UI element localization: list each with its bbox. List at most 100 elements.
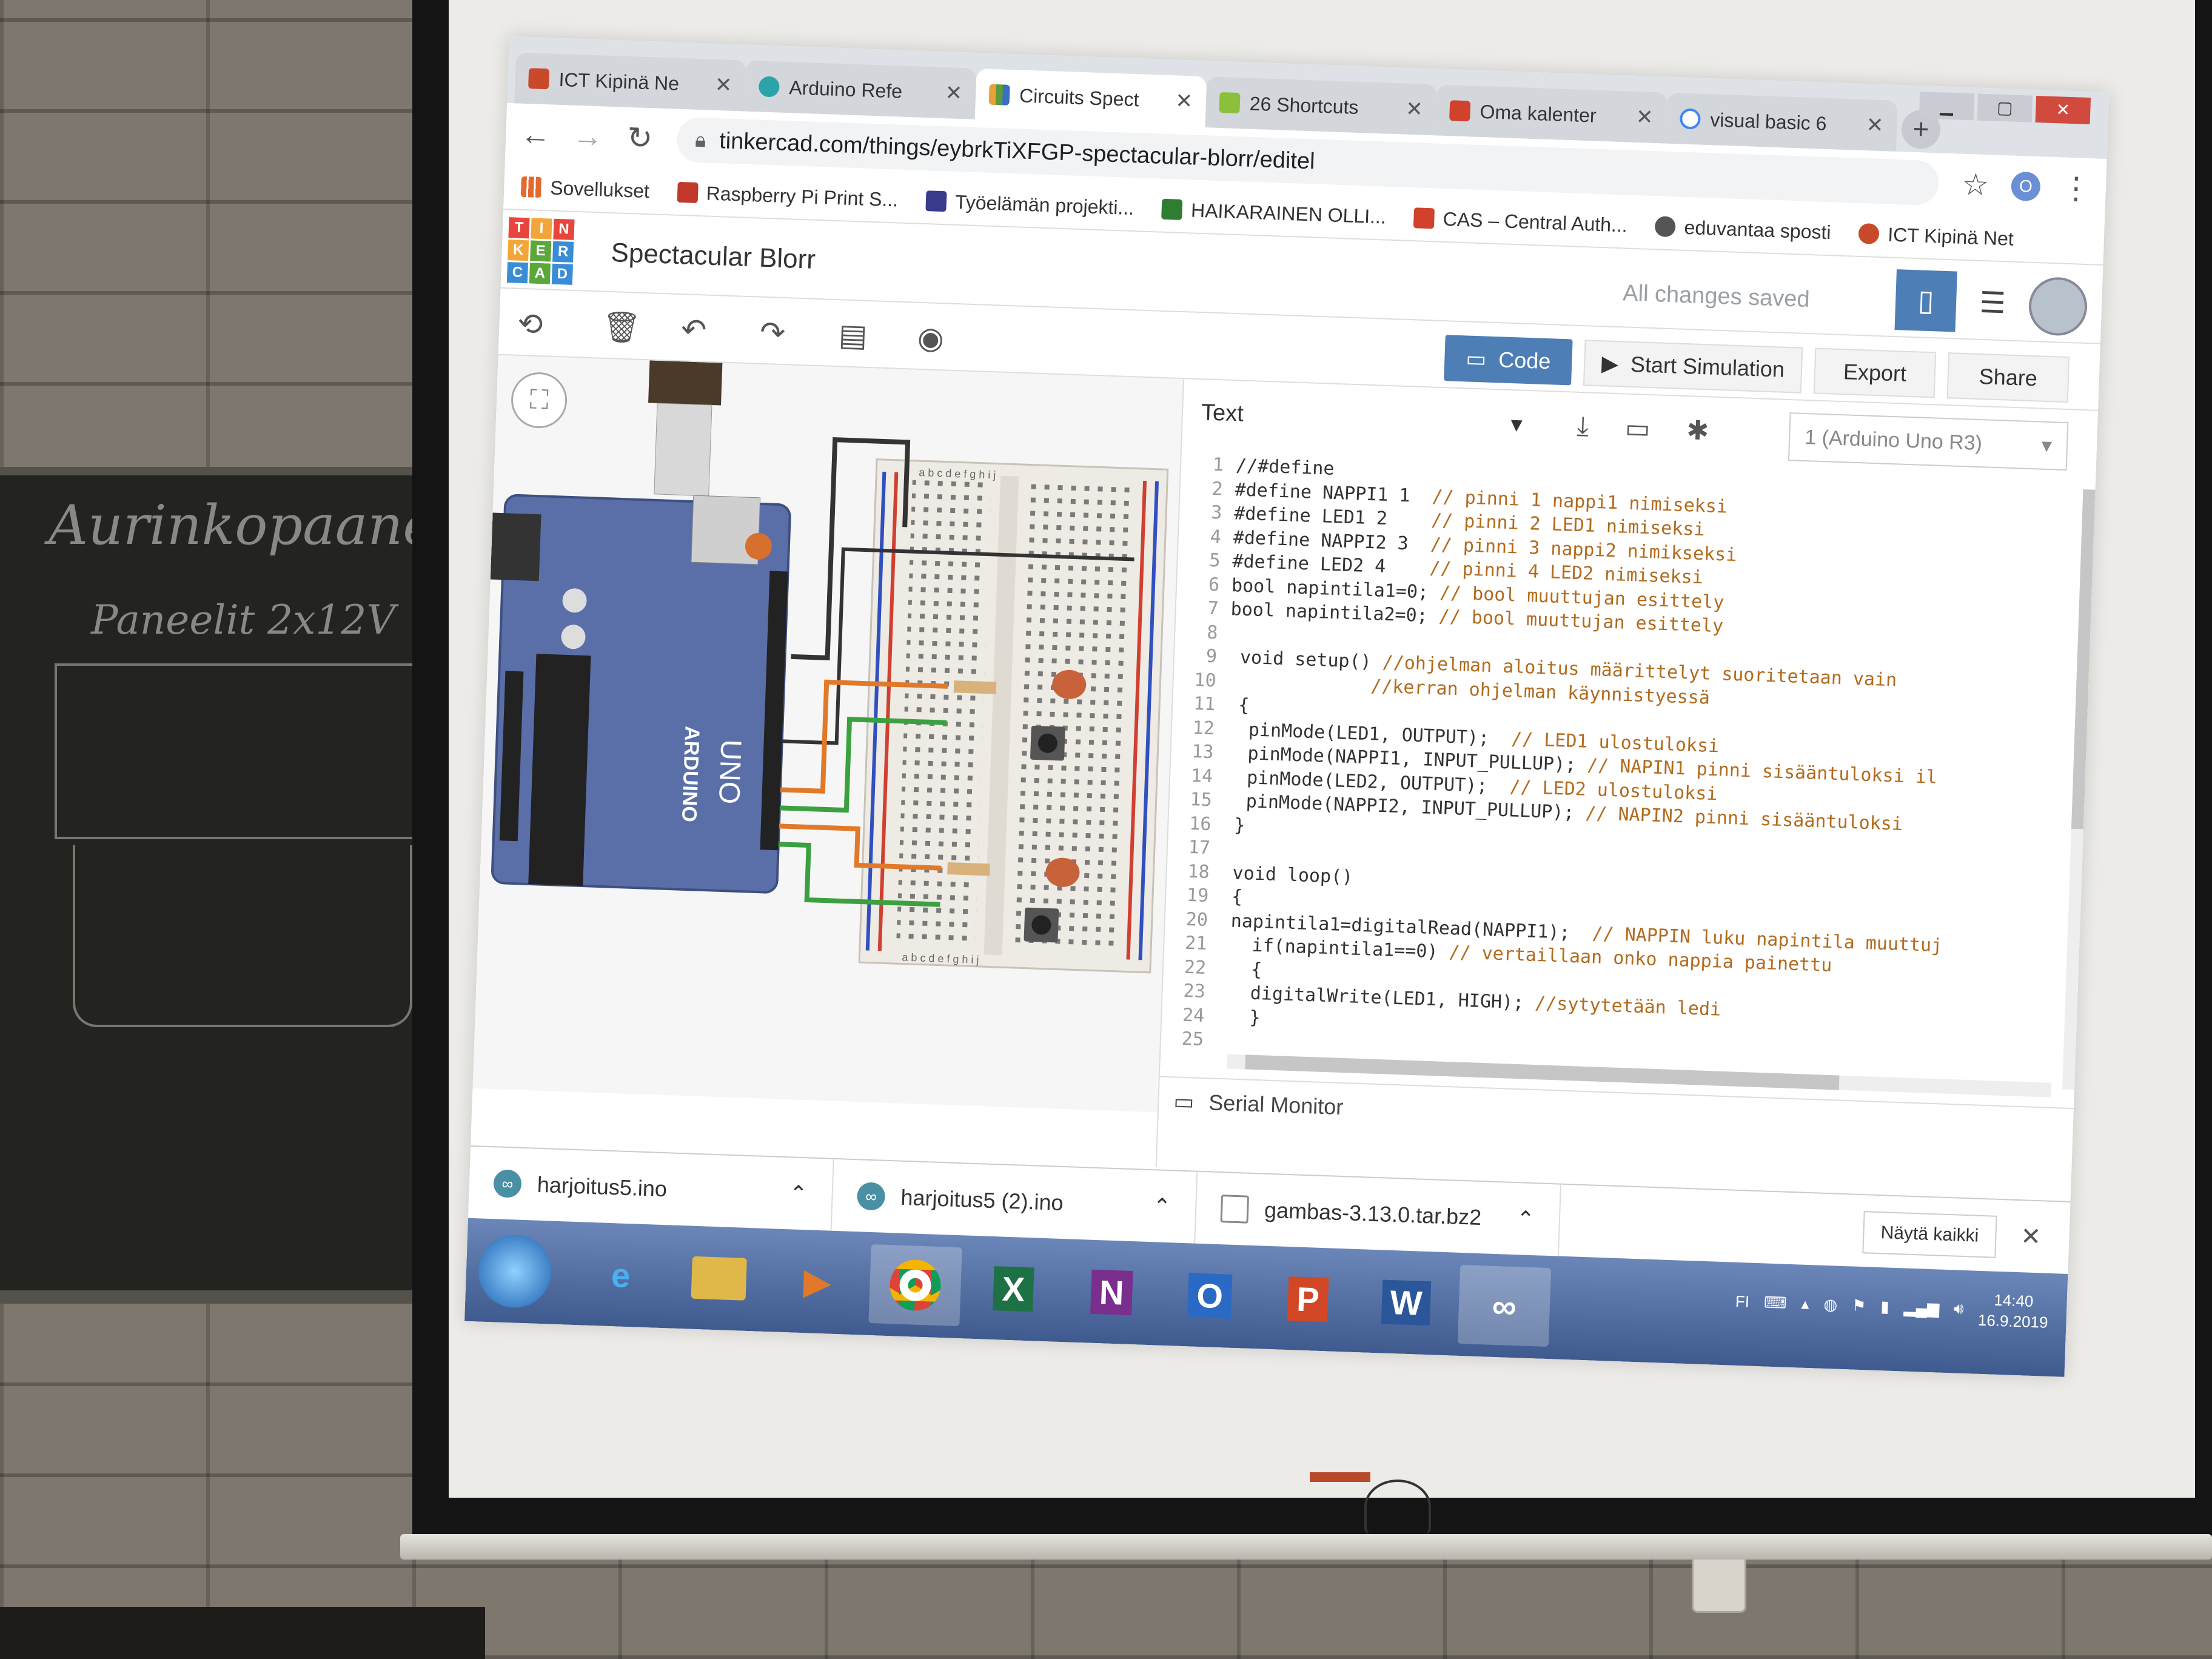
atmega-chip [528,654,591,886]
close-icon[interactable]: ✕ [714,73,732,98]
taskbar-clock[interactable]: 14:40 16.9.2019 [1977,1289,2049,1333]
line-number: 22 [1184,956,1207,979]
component-list-button[interactable]: ☰ [1961,272,2023,334]
file-explorer-icon[interactable] [672,1238,766,1319]
download-item[interactable]: ∞ harjoitus5 (2).ino ⌃ [831,1159,1198,1244]
rotate-icon[interactable]: ⟲ [517,306,543,342]
bookmark-raspberry[interactable]: Raspberry Pi Print S... [677,181,899,211]
bookmark-tyoelama[interactable]: Työelämän projekti... [925,190,1134,220]
app-glyph: O [1187,1272,1233,1319]
close-icon[interactable]: ✕ [2020,1222,2042,1251]
excel-icon[interactable]: X [967,1248,1060,1330]
tab-label: Circuits Spect [1019,84,1140,110]
show-hidden-icons-icon[interactable]: ▴ [1801,1294,1809,1313]
powerpoint-icon[interactable]: P [1261,1258,1355,1340]
close-icon[interactable]: ✕ [1175,89,1193,113]
close-icon[interactable]: ✕ [945,81,963,106]
logo-letter: D [551,263,573,285]
reload-icon[interactable]: ↻ [624,120,655,156]
language-indicator[interactable]: FI [1735,1292,1749,1311]
outlook-icon[interactable]: O [1163,1255,1256,1336]
action-center-flag-icon[interactable]: ⚑ [1852,1296,1866,1315]
tab-circuits-tinkercad[interactable]: Circuits Spect ✕ [974,68,1207,128]
code-editor[interactable]: 1//#define 2 #define NAPPI1 1 // pinni 1 … [1161,452,2079,1089]
chrome-icon[interactable] [868,1244,962,1327]
volume-icon[interactable]: 🔊︎ [1954,1299,1964,1319]
start-simulation-button[interactable]: ▶ Start Simulation [1583,340,1803,394]
undo-icon[interactable]: ↶ [680,312,707,347]
download-item[interactable]: gambas-3.13.0.tar.bz2 ⌃ [1195,1171,1561,1256]
s-favicon-icon [1449,100,1471,122]
bookmark-star-icon[interactable]: ☆ [1960,167,1991,203]
kebab-menu-icon[interactable]: ⋮ [2060,170,2092,206]
tinkercad-logo[interactable]: T I N K E R C A D [506,217,575,285]
word-icon[interactable]: W [1359,1261,1453,1343]
minimize-button[interactable]: ▁ [1919,92,1975,121]
line-number: 13 [1191,741,1215,763]
show-all-downloads-button[interactable]: Näytä kaikki [1862,1211,1997,1258]
code-mode-dropdown[interactable]: Text ▾ [1201,400,1541,439]
line-number: 7 [1207,597,1219,620]
internet-explorer-icon[interactable]: e [574,1234,668,1316]
code-button[interactable]: ▭ Code [1444,335,1573,386]
maximize-button[interactable]: ▢ [1977,93,2033,122]
system-tray: FI ⌨ ▴ ◍ ⚑ ▮ ▂▄▆ 🔊︎ 14:40 16.9.2019 [1735,1281,2049,1333]
start-button[interactable] [477,1233,552,1309]
line-number: 1 [1212,454,1224,476]
debugger-bug-icon[interactable]: ✱ [1686,415,1710,446]
bookmark-sovellukset[interactable]: Sovellukset [520,175,650,202]
chevron-up-icon[interactable]: ⌃ [1152,1193,1171,1219]
export-button[interactable]: Export [1813,347,1937,398]
power-icon[interactable]: ▮ [1880,1297,1889,1316]
line-number: 24 [1182,1004,1205,1027]
close-icon[interactable]: ✕ [1406,97,1424,122]
notes-icon[interactable]: ▤ [838,317,868,354]
bookmark-cas[interactable]: CAS – Central Auth... [1413,207,1627,236]
signal-icon[interactable]: ▂▄▆ [1903,1298,1939,1318]
board-dropdown[interactable]: 1 (Arduino Uno R3) ▾ [1788,412,2069,471]
download-item[interactable]: ∞ harjoitus5.ino ⌃ [468,1146,834,1231]
chevron-up-icon[interactable]: ⌃ [1516,1206,1535,1232]
close-icon[interactable]: ✕ [1866,113,1884,138]
tab-oma-kalenteri[interactable]: Oma kalenter ✕ [1435,84,1667,144]
apps-grid-icon [520,176,542,198]
app-glyph: P [1287,1276,1329,1322]
line-number: 5 [1208,549,1221,572]
arduino-ide-icon[interactable]: ∞ [1457,1264,1552,1347]
user-avatar[interactable] [2028,276,2088,337]
logo-letter: N [553,218,575,240]
back-arrow-icon[interactable]: ← [520,116,551,153]
tab-visual-basic[interactable]: visual basic 6 ✕ [1665,92,1898,152]
bookmark-eduvantaa[interactable]: eduvantaa sposti [1655,215,1831,244]
chevron-up-icon[interactable]: ⌃ [789,1181,808,1207]
tab-26-shortcuts[interactable]: 26 Shortcuts ✕ [1205,76,1438,136]
projector-pull-handle[interactable] [1364,1480,1431,1534]
tab-arduino-reference[interactable]: Arduino Refe ✕ [744,60,977,119]
circuit-view-button[interactable]: ▯ [1894,269,1957,332]
media-player-icon[interactable]: ▶ [770,1241,863,1322]
profile-avatar[interactable]: O [2011,171,2041,202]
tab-ict-kipina[interactable]: ICT Kipinä Ne ✕ [514,52,746,112]
forward-arrow-icon[interactable]: → [572,118,603,155]
delete-icon[interactable]: 🗑︎ [602,309,642,346]
project-title[interactable]: Spectacular Blorr [611,238,816,275]
keyboard-icon[interactable]: ⌨ [1763,1293,1788,1312]
redo-icon[interactable]: ↷ [759,315,786,350]
line-number: 2 [1212,478,1224,500]
line-number: 19 [1186,884,1209,907]
visibility-eye-icon[interactable]: ◉ [917,320,945,356]
download-icon[interactable]: ⤓ [1577,411,1589,442]
bookmark-ict-kipina[interactable]: ICT Kipinä Net [1858,222,2014,250]
library-icon[interactable]: ▭ [1624,412,1651,444]
network-icon[interactable]: ◍ [1823,1295,1838,1314]
download-filename: harjoitus5 (2).ino [900,1184,1064,1216]
board-arduino-label: ARDUINO [677,726,704,823]
bookmark-haikarainen[interactable]: HAIKARAINEN OLLI... [1161,198,1386,228]
close-icon[interactable]: ✕ [1635,105,1654,130]
chip-icon: ▯ [1917,284,1935,318]
window-close-button[interactable]: ✕ [2035,95,2091,125]
bookmark-label: CAS – Central Auth... [1443,207,1628,236]
onenote-icon[interactable]: N [1065,1251,1158,1333]
share-button[interactable]: Share [1946,352,2070,403]
circuit-workplane[interactable]: ⛶ ARDUINO UNO a b c d e f g h i j a b c … [472,355,1183,1113]
